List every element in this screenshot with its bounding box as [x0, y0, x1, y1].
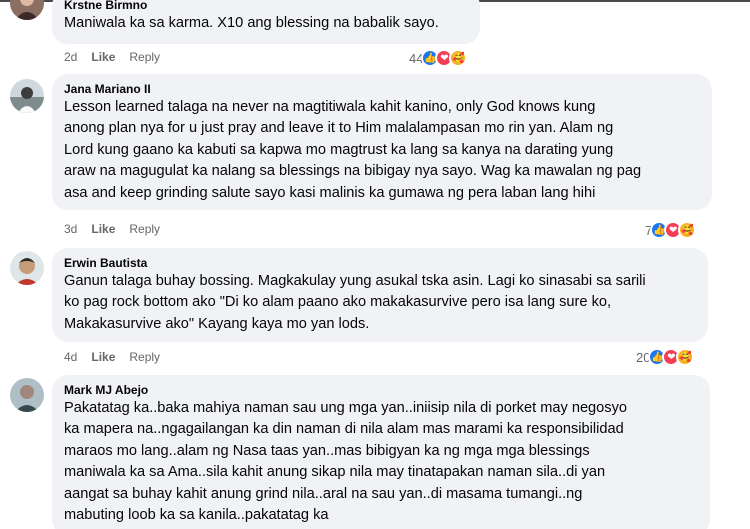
reply-button[interactable]: Reply [129, 222, 160, 236]
avatar[interactable] [10, 0, 44, 20]
avatar[interactable] [10, 378, 44, 412]
comment-actions: 3d Like Reply [64, 221, 174, 237]
comment-text: Lesson learned talaga na never na magtit… [64, 99, 642, 201]
comment-author[interactable]: Erwin Bautista [64, 255, 696, 271]
comment-bubble: Krstne Birmno Maniwala ka sa karma. X10 … [52, 0, 480, 44]
like-button[interactable]: Like [91, 222, 115, 236]
like-button[interactable]: Like [91, 50, 115, 64]
care-icon: 🥰 [676, 348, 695, 366]
like-button[interactable]: Like [91, 350, 115, 364]
comment-bubble: Erwin Bautista Ganun talaga buhay bossin… [52, 248, 708, 342]
care-icon: 🥰 [678, 221, 697, 239]
comment-bubble: Jana Mariano II Lesson learned talaga na… [52, 74, 712, 210]
comment-text: Maniwala ka sa karma. X10 ang blessing n… [64, 15, 439, 31]
comment-author[interactable]: Mark MJ Abejo [64, 382, 698, 398]
comment-actions: 2d Like Reply [64, 49, 174, 65]
reaction-summary[interactable]: 7 👍 ❤ 🥰 [643, 219, 699, 241]
comment-author[interactable]: Krstne Birmno [64, 0, 468, 13]
comment-text: Pakatatag ka..baka mahiya naman sau ung … [64, 400, 627, 524]
comment-time[interactable]: 2d [64, 50, 77, 64]
care-icon: 🥰 [449, 49, 468, 67]
comment-actions: 4d Like Reply [64, 349, 174, 365]
reply-button[interactable]: Reply [129, 50, 160, 64]
comment-author[interactable]: Jana Mariano II [64, 81, 700, 97]
reply-button[interactable]: Reply [129, 350, 160, 364]
comment-bubble: Mark MJ Abejo Pakatatag ka..baka mahiya … [52, 375, 710, 529]
avatar[interactable] [10, 79, 44, 113]
comment-time[interactable]: 3d [64, 222, 77, 236]
comment-text: Ganun talaga buhay bossing. Magkakulay y… [64, 273, 646, 332]
avatar[interactable] [10, 251, 44, 285]
reaction-summary[interactable]: 20 👍 ❤ 🥰 [634, 346, 697, 368]
reaction-summary[interactable]: 44 👍 ❤ 🥰 [407, 47, 470, 69]
comment-time[interactable]: 4d [64, 350, 77, 364]
